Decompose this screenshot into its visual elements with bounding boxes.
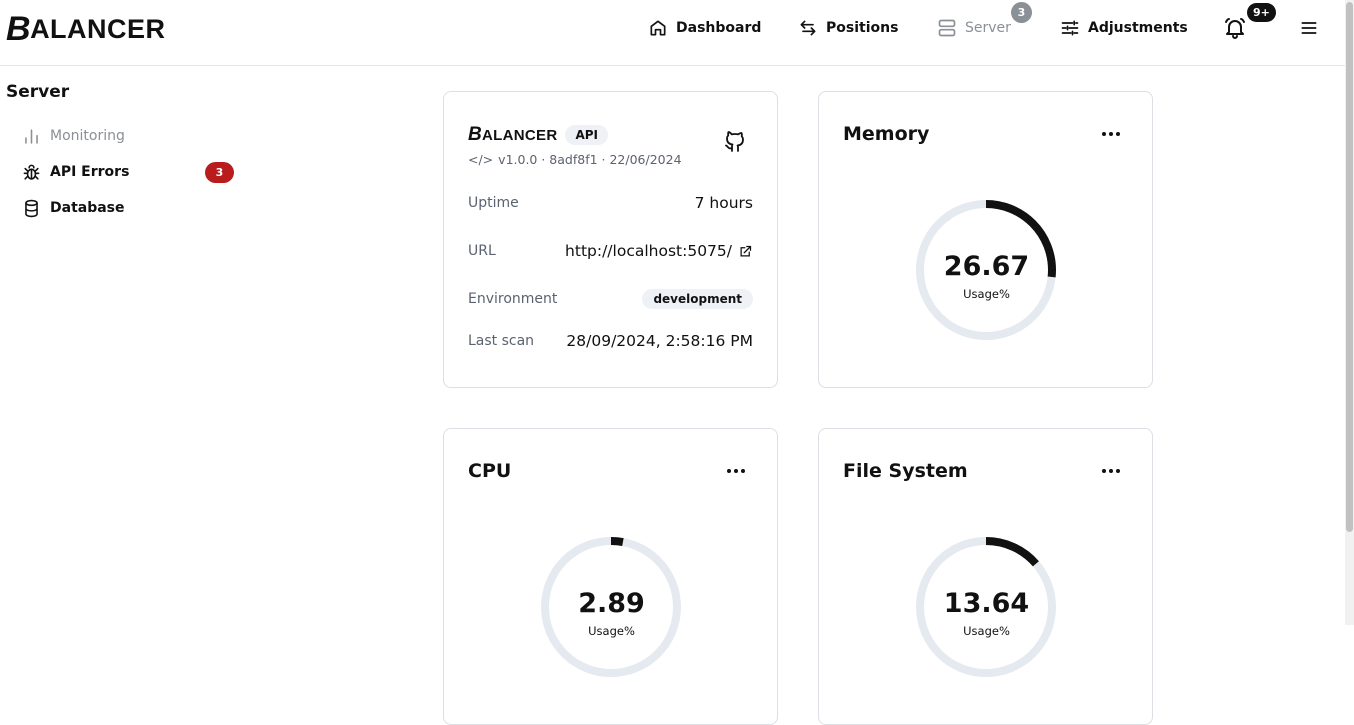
arrows-swap-icon bbox=[800, 20, 816, 36]
filesystem-usage-value: 13.64 bbox=[943, 588, 1030, 619]
cpu-card: CPU 2.89 Usage% bbox=[443, 428, 778, 725]
sidebar-item-database[interactable]: Database bbox=[22, 196, 234, 220]
cpu-usage-label: Usage% bbox=[588, 624, 635, 638]
server-icon bbox=[938, 19, 956, 37]
memory-usage-label: Usage% bbox=[963, 287, 1010, 301]
memory-card: Memory 26.67 Usage% bbox=[818, 91, 1153, 388]
last-scan-value: 28/09/2024, 2:58:16 PM bbox=[566, 332, 753, 350]
filesystem-card: File System 13.64 Usage% bbox=[818, 428, 1153, 725]
api-errors-badge: 3 bbox=[205, 161, 234, 183]
memory-title: Memory bbox=[843, 123, 930, 145]
sidebar-item-api-errors[interactable]: API Errors 3 bbox=[22, 160, 234, 184]
logo-text: ALANCER bbox=[30, 13, 166, 44]
url-link[interactable]: http://localhost:5075/ bbox=[565, 242, 753, 260]
code-icon: </> bbox=[468, 152, 494, 167]
api-card-header: BALANCER API bbox=[468, 124, 609, 146]
environment-row: Environment development bbox=[468, 289, 753, 309]
api-card-logo: BALANCER bbox=[468, 124, 558, 145]
bug-icon bbox=[23, 164, 40, 180]
filesystem-more-options-icon[interactable] bbox=[1102, 469, 1120, 473]
filesystem-usage-label: Usage% bbox=[963, 624, 1010, 638]
memory-usage-value: 26.67 bbox=[943, 251, 1030, 282]
sidebar-title: Server bbox=[6, 82, 70, 102]
page-scrollbar[interactable] bbox=[1345, 0, 1354, 625]
notifications-count-badge: 9+ bbox=[1247, 3, 1276, 22]
last-scan-label: Last scan bbox=[468, 333, 535, 349]
sidebar-item-monitoring[interactable]: Monitoring bbox=[22, 124, 234, 148]
logo-bitcoin-b: B bbox=[6, 9, 32, 48]
sidebar-item-label: Database bbox=[50, 200, 125, 216]
api-tag: API bbox=[565, 125, 609, 145]
scrollbar-thumb[interactable] bbox=[1346, 2, 1353, 532]
nav-adjustments[interactable]: Adjustments bbox=[1060, 0, 1188, 56]
nav-adjustments-label: Adjustments bbox=[1088, 20, 1188, 36]
nav-server[interactable]: Server bbox=[937, 0, 1011, 56]
uptime-label: Uptime bbox=[468, 195, 519, 211]
menu-button[interactable] bbox=[1299, 0, 1319, 56]
filesystem-title: File System bbox=[843, 460, 968, 482]
nav-positions-label: Positions bbox=[826, 20, 899, 36]
cpu-usage-value: 2.89 bbox=[578, 588, 645, 619]
environment-label: Environment bbox=[468, 291, 558, 307]
url-label: URL bbox=[468, 243, 496, 259]
api-info-card: BALANCER API </> v1.0.0 · 8adf8f1 · 22/0… bbox=[443, 91, 778, 388]
notifications-button[interactable] bbox=[1223, 0, 1247, 56]
api-version-line: </> v1.0.0 · 8adf8f1 · 22/06/2024 bbox=[468, 152, 682, 167]
home-icon bbox=[650, 20, 666, 36]
memory-more-options-icon[interactable] bbox=[1102, 132, 1120, 136]
bar-chart-icon bbox=[25, 128, 38, 144]
api-version-text: v1.0.0 · 8adf8f1 · 22/06/2024 bbox=[498, 152, 682, 167]
cpu-title: CPU bbox=[468, 460, 512, 482]
last-scan-row: Last scan 28/09/2024, 2:58:16 PM bbox=[468, 332, 753, 350]
external-link-icon[interactable] bbox=[738, 244, 753, 259]
uptime-row: Uptime 7 hours bbox=[468, 194, 753, 212]
github-icon[interactable] bbox=[723, 129, 747, 153]
nav-dashboard-label: Dashboard bbox=[676, 20, 762, 36]
bell-icon bbox=[1225, 18, 1245, 39]
database-icon bbox=[25, 199, 38, 217]
server-count-badge: 3 bbox=[1011, 2, 1032, 23]
sidebar-item-label: API Errors bbox=[50, 164, 130, 180]
url-row: URL http://localhost:5075/ bbox=[468, 242, 753, 260]
hamburger-menu-icon bbox=[1301, 22, 1317, 34]
nav-dashboard[interactable]: Dashboard bbox=[648, 0, 761, 56]
url-value[interactable]: http://localhost:5075/ bbox=[565, 242, 732, 260]
nav-positions[interactable]: Positions bbox=[798, 0, 898, 56]
environment-badge: development bbox=[642, 289, 753, 309]
sliders-icon bbox=[1061, 20, 1079, 36]
nav-server-label: Server bbox=[965, 20, 1011, 36]
cpu-more-options-icon[interactable] bbox=[727, 469, 745, 473]
sidebar-item-label: Monitoring bbox=[50, 128, 125, 144]
app-logo[interactable]: B ALANCER bbox=[6, 9, 166, 48]
uptime-value: 7 hours bbox=[694, 194, 753, 212]
top-navbar: B ALANCER Dashboard Positions Server 3 Ad… bbox=[0, 0, 1345, 66]
